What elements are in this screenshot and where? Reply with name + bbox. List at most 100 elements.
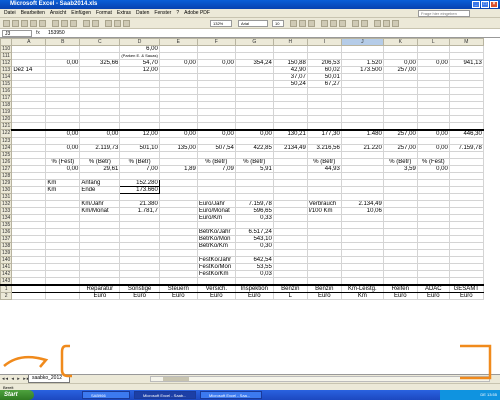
row-header[interactable]: 114 (0, 73, 13, 81)
row-header[interactable]: 135 (0, 220, 13, 229)
cell[interactable] (272, 185, 308, 194)
cell[interactable]: 53,55 (234, 262, 274, 271)
cell[interactable]: 150,88 (272, 59, 308, 67)
cell[interactable] (158, 52, 198, 60)
cell[interactable] (306, 248, 342, 257)
cell[interactable] (382, 171, 418, 180)
cell[interactable] (79, 87, 121, 95)
cell[interactable] (340, 73, 384, 81)
cell[interactable] (448, 241, 484, 250)
cell[interactable] (340, 136, 384, 145)
cell[interactable] (196, 52, 236, 60)
cell[interactable]: 257,00 (382, 143, 418, 152)
cell[interactable] (45, 101, 81, 109)
cell[interactable]: 50,24 (272, 80, 308, 88)
cell[interactable] (416, 73, 450, 81)
cell[interactable]: % (Betr) (196, 157, 236, 166)
cell[interactable] (79, 262, 121, 271)
cell[interactable] (382, 108, 418, 116)
cell[interactable] (196, 101, 236, 109)
cell[interactable] (196, 66, 236, 74)
cell[interactable] (45, 171, 81, 180)
cell[interactable] (382, 45, 418, 53)
cell[interactable] (11, 136, 47, 145)
cell[interactable] (79, 255, 121, 264)
cell[interactable]: 0,00 (158, 128, 198, 138)
cell[interactable] (306, 178, 342, 187)
cell[interactable] (196, 192, 236, 201)
cell[interactable] (158, 185, 198, 194)
cell[interactable] (448, 45, 484, 53)
cell[interactable]: Euro/Jahr (196, 199, 236, 208)
cell[interactable]: 1.480 (340, 128, 384, 138)
cell[interactable]: 0,33 (234, 213, 274, 222)
cell[interactable] (416, 269, 450, 278)
cell[interactable] (11, 276, 47, 285)
cell[interactable]: 0,30 (234, 241, 274, 250)
row-header[interactable]: 126 (0, 157, 13, 166)
cell[interactable] (272, 157, 308, 166)
preview-icon[interactable] (39, 20, 46, 27)
cell[interactable] (340, 185, 384, 194)
cell[interactable]: 257,00 (382, 128, 418, 138)
cell[interactable]: Anfang (79, 178, 121, 187)
menu-extras[interactable]: Extras (117, 9, 131, 17)
cell[interactable] (158, 199, 198, 208)
cell[interactable] (119, 122, 160, 130)
cell[interactable] (45, 276, 81, 285)
cell[interactable]: 543,10 (234, 234, 274, 243)
cell[interactable] (119, 87, 160, 95)
cell[interactable] (45, 94, 81, 102)
cell[interactable] (45, 283, 81, 293)
row-header[interactable]: 1 (0, 283, 13, 293)
cell[interactable] (272, 199, 308, 208)
row-header[interactable]: 2 (0, 291, 13, 300)
cell[interactable]: Reifen (382, 283, 418, 293)
cell[interactable] (416, 52, 450, 60)
cell[interactable]: Benzin (272, 283, 308, 293)
cell[interactable] (119, 73, 160, 81)
cell[interactable] (272, 213, 308, 222)
cell[interactable] (416, 192, 450, 201)
sheet-tab[interactable]: saabko_2012 (28, 375, 70, 383)
cell[interactable]: % (Betr) (306, 157, 342, 166)
cell[interactable] (306, 45, 342, 53)
cell[interactable] (306, 262, 342, 271)
cell[interactable] (416, 241, 450, 250)
cell[interactable] (448, 206, 484, 215)
cell[interactable]: Euro/Monat (196, 206, 236, 215)
cell[interactable] (119, 255, 160, 264)
cell[interactable]: 7.159,78 (234, 199, 274, 208)
cell[interactable] (272, 101, 308, 109)
row-header[interactable]: 117 (0, 94, 13, 102)
cell[interactable] (448, 73, 484, 81)
cell[interactable]: Km/Jahr (79, 199, 121, 208)
cell[interactable] (340, 178, 384, 187)
horizontal-scrollbar[interactable] (150, 376, 490, 382)
cell[interactable] (196, 150, 236, 159)
column-header-a[interactable]: A (11, 38, 47, 46)
name-box[interactable]: J3 (2, 30, 32, 37)
row-header[interactable]: 116 (0, 87, 13, 95)
cell[interactable]: (Parken E. & Sauas) (119, 52, 160, 60)
cell[interactable] (119, 227, 160, 236)
cell[interactable] (234, 94, 274, 102)
cell[interactable] (196, 171, 236, 180)
cell[interactable] (416, 248, 450, 257)
row-header[interactable]: 124 (0, 143, 13, 152)
column-header-j[interactable]: J (340, 38, 384, 46)
cell[interactable] (11, 115, 47, 123)
cell[interactable]: Benzin (306, 283, 342, 293)
cell[interactable] (272, 136, 308, 145)
cell[interactable] (416, 66, 450, 74)
font-size-select[interactable]: 10 (272, 20, 284, 27)
cell[interactable] (306, 276, 342, 285)
cell[interactable] (416, 220, 450, 229)
help-search-input[interactable]: Frage hier eingeben (418, 10, 470, 17)
save-icon[interactable] (21, 20, 28, 27)
column-header-c[interactable]: C (79, 38, 121, 46)
underline-icon[interactable] (308, 20, 315, 27)
cell[interactable] (196, 73, 236, 81)
cell[interactable] (382, 213, 418, 222)
cell[interactable] (448, 157, 484, 166)
